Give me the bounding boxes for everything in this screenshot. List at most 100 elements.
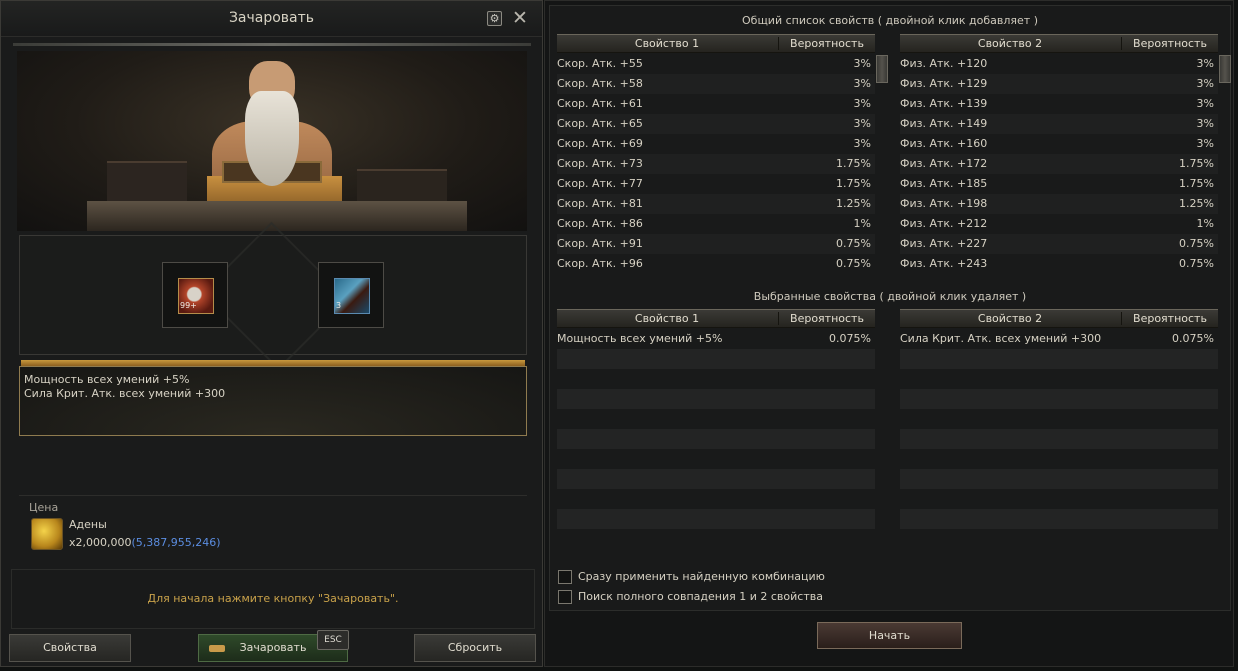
result-box: Мощность всех умений +5% Сила Крит. Атк.… [19,366,527,436]
property-row[interactable]: Скор. Атк. +81 1.25% [557,194,875,214]
enchant-window: Зачаровать ⚙ ✕ 99+ 3 Мощность всех умени… [0,0,543,667]
empty-row[interactable] [557,449,875,469]
empty-row[interactable] [900,469,1218,489]
empty-row[interactable] [900,429,1218,449]
property-probability: 0.75% [836,237,871,250]
screen: Зачаровать ⚙ ✕ 99+ 3 Мощность всех умени… [0,0,1238,671]
property-probability: 1.75% [836,157,871,170]
scrollbar-thumb[interactable] [1219,55,1231,83]
property-row[interactable]: Скор. Атк. +73 1.75% [557,154,875,174]
apply-combination-label: Сразу применить найденную комбинацию [578,570,825,583]
slot-quantity: 99+ [180,301,197,310]
property-name: Скор. Атк. +58 [557,77,643,90]
property-probability: 3% [853,57,871,70]
property-row[interactable]: Скор. Атк. +91 0.75% [557,234,875,254]
slot-quantity: 3 [336,301,342,310]
empty-row[interactable] [557,469,875,489]
property-probability: 3% [853,97,871,110]
property-row[interactable]: Сила Крит. Атк. всех умений +300 0.075% [900,329,1218,349]
enchant-button-label: Зачаровать [239,641,307,654]
property-row[interactable]: Физ. Атк. +227 0.75% [900,234,1218,254]
property-row[interactable]: Скор. Атк. +86 1% [557,214,875,234]
full-match-checkbox[interactable] [558,590,572,604]
close-icon[interactable]: ✕ [511,9,529,28]
property-name: Физ. Атк. +139 [900,97,988,110]
property-row[interactable]: Мощность всех умений +5% 0.075% [557,329,875,349]
property-name: Физ. Атк. +149 [900,117,988,130]
empty-row[interactable] [900,369,1218,389]
col-header-prop1[interactable]: Свойство 1 [557,37,777,50]
col-header-probability[interactable]: Вероятность [1121,312,1218,325]
property-probability: 3% [1196,77,1214,90]
title-bar[interactable]: Зачаровать ⚙ ✕ [1,1,542,37]
property-row[interactable]: Скор. Атк. +65 3% [557,114,875,134]
empty-row[interactable] [557,489,875,509]
empty-row[interactable] [557,529,875,549]
property-name: Скор. Атк. +81 [557,197,643,210]
properties-window: Общий список свойств ( двойной клик доба… [544,0,1234,667]
item-slots-panel: 99+ 3 [19,221,527,371]
anvil-icon [209,645,225,652]
property-row[interactable]: Физ. Атк. +149 3% [900,114,1218,134]
property-row[interactable]: Скор. Атк. +77 1.75% [557,174,875,194]
properties-button[interactable]: Свойства [9,634,131,662]
empty-row[interactable] [900,529,1218,549]
col-header-prop1[interactable]: Свойство 1 [557,312,777,325]
property-row[interactable]: Физ. Атк. +120 3% [900,54,1218,74]
property-row[interactable]: Физ. Атк. +198 1.25% [900,194,1218,214]
property-row[interactable]: Скор. Атк. +55 3% [557,54,875,74]
empty-row[interactable] [557,389,875,409]
table-header: Свойство 1 Вероятность [557,34,875,53]
reset-button[interactable]: Сбросить [414,634,536,662]
item-slot-1[interactable]: 99+ [162,262,228,328]
col-header-probability[interactable]: Вероятность [778,312,875,325]
property-row[interactable]: Физ. Атк. +212 1% [900,214,1218,234]
property-probability: 0.075% [829,332,871,345]
price-cost: x2,000,000 [69,536,132,549]
property-row[interactable]: Скор. Атк. +69 3% [557,134,875,154]
col-header-probability[interactable]: Вероятность [1121,37,1218,50]
result-line: Сила Крит. Атк. всех умений +300 [24,387,226,400]
apply-combination-checkbox[interactable] [558,570,572,584]
scrollbar-thumb[interactable] [876,55,888,83]
property-row[interactable]: Физ. Атк. +172 1.75% [900,154,1218,174]
empty-row[interactable] [900,389,1218,409]
property-row[interactable]: Скор. Атк. +96 0.75% [557,254,875,274]
property-name: Физ. Атк. +212 [900,217,988,230]
empty-row[interactable] [900,409,1218,429]
result-line: Мощность всех умений +5% [24,373,190,386]
empty-row[interactable] [557,429,875,449]
property-row[interactable]: Физ. Атк. +139 3% [900,94,1218,114]
property-row[interactable]: Физ. Атк. +129 3% [900,74,1218,94]
start-button[interactable]: Начать [817,622,962,649]
col-header-probability[interactable]: Вероятность [778,37,875,50]
property-name: Скор. Атк. +73 [557,157,643,170]
col-header-prop2[interactable]: Свойство 2 [900,37,1120,50]
empty-row[interactable] [900,489,1218,509]
empty-row[interactable] [557,409,875,429]
empty-row[interactable] [557,349,875,369]
property-name: Скор. Атк. +65 [557,117,643,130]
property-row[interactable]: Физ. Атк. +185 1.75% [900,174,1218,194]
property-name: Физ. Атк. +129 [900,77,988,90]
property-probability: 3% [853,137,871,150]
col-header-prop2[interactable]: Свойство 2 [900,312,1120,325]
item-slot-2[interactable]: 3 [318,262,384,328]
property-name: Скор. Атк. +61 [557,97,643,110]
property-row[interactable]: Физ. Атк. +160 3% [900,134,1218,154]
property-name: Физ. Атк. +243 [900,257,988,270]
empty-row[interactable] [557,509,875,529]
empty-row[interactable] [900,449,1218,469]
property-name: Скор. Атк. +86 [557,217,643,230]
empty-row[interactable] [900,509,1218,529]
dwarf-beard [245,91,299,186]
price-label: Цена [29,501,59,514]
empty-row[interactable] [900,349,1218,369]
property-row[interactable]: Физ. Атк. +243 0.75% [900,254,1218,274]
property-row[interactable]: Скор. Атк. +58 3% [557,74,875,94]
settings-icon[interactable]: ⚙ [487,11,502,26]
empty-row[interactable] [557,369,875,389]
price-section: Цена Адены x2,000,000(5,387,955,246) [19,495,527,555]
property-probability: 0.75% [1179,257,1214,270]
property-row[interactable]: Скор. Атк. +61 3% [557,94,875,114]
